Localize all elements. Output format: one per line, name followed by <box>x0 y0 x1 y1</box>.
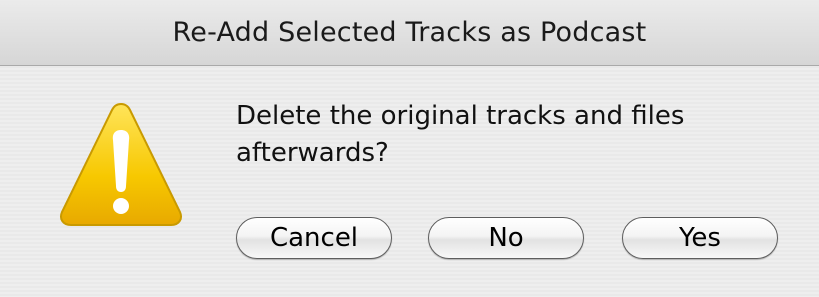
yes-button[interactable]: Yes <box>622 217 778 259</box>
title-bar[interactable]: Re-Add Selected Tracks as Podcast <box>0 0 819 66</box>
no-button[interactable]: No <box>428 217 584 259</box>
window-title: Re-Add Selected Tracks as Podcast <box>172 17 647 48</box>
caution-icon <box>60 102 182 226</box>
alert-dialog: Re-Add Selected Tracks as Podcast Delete… <box>0 0 819 297</box>
alert-message: Delete the original tracks and files aft… <box>236 101 685 168</box>
cancel-button[interactable]: Cancel <box>236 217 392 259</box>
